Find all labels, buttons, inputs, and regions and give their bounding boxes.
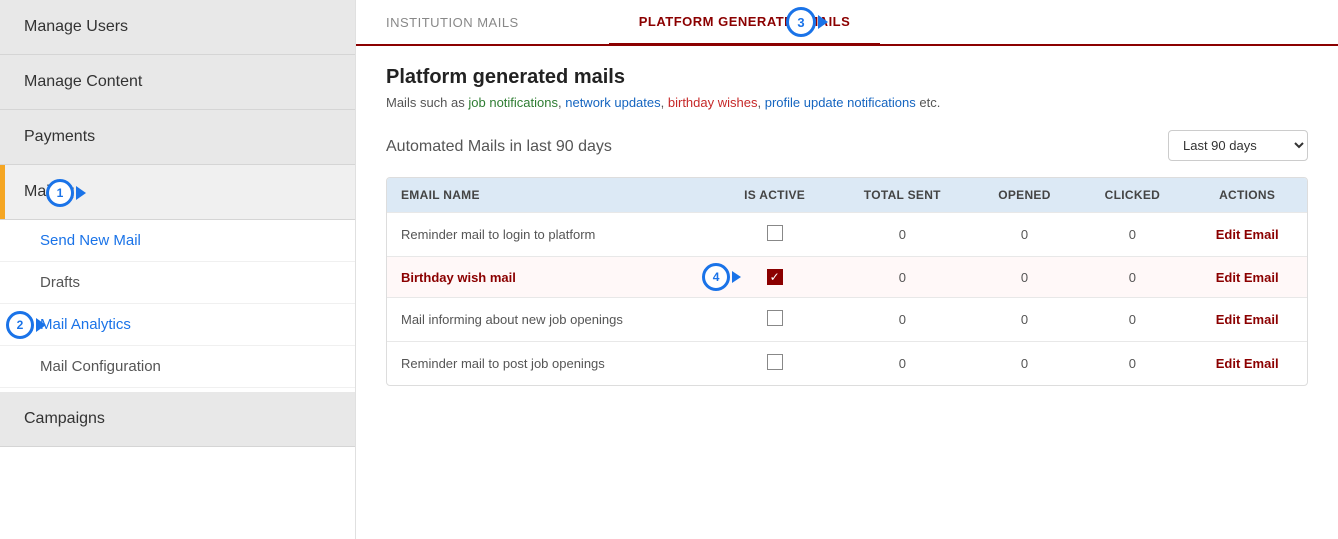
sidebar-sub-drafts[interactable]: Drafts bbox=[0, 262, 355, 304]
cell-email-name: Mail informing about new job openings bbox=[387, 298, 716, 342]
automated-subtitle: in last 90 days bbox=[505, 138, 612, 155]
checkbox-unchecked[interactable] bbox=[767, 354, 783, 370]
col-opened: OPENED bbox=[971, 178, 1077, 213]
step-3-wrap: 3 bbox=[786, 7, 828, 37]
cell-is-active bbox=[716, 213, 833, 257]
table-row: Reminder mail to login to platform 0 0 0… bbox=[387, 213, 1307, 257]
automated-mails-table: EMAIL NAME IS ACTIVE TOTAL SENT OPENED C… bbox=[386, 177, 1308, 386]
sidebar-item-label: Manage Users bbox=[24, 18, 128, 35]
step-2-arrow bbox=[36, 318, 46, 332]
cell-opened: 0 bbox=[971, 298, 1077, 342]
desc-network: network updates bbox=[565, 95, 660, 110]
edit-email-button[interactable]: Edit Email bbox=[1216, 356, 1279, 371]
sidebar-item-label: Campaigns bbox=[24, 410, 105, 427]
sidebar-item-campaigns[interactable]: Campaigns bbox=[0, 392, 355, 447]
sidebar-sub-mail-analytics[interactable]: Mail Analytics bbox=[0, 304, 355, 346]
sidebar-item-label: Manage Content bbox=[24, 73, 142, 90]
cell-clicked: 0 bbox=[1077, 257, 1187, 298]
cell-action: Edit Email 5 bbox=[1187, 257, 1307, 298]
section-desc: Mails such as job notifications, network… bbox=[386, 95, 1308, 110]
desc-job-notif: job notifications bbox=[468, 95, 558, 110]
cell-action: Edit Email bbox=[1187, 342, 1307, 386]
cell-email-name: Birthday wish mail bbox=[387, 257, 716, 298]
table-row: Mail informing about new job openings 0 … bbox=[387, 298, 1307, 342]
sidebar-sub-send-new-mail[interactable]: Send New Mail bbox=[0, 220, 355, 262]
section-title: Platform generated mails bbox=[386, 66, 1308, 89]
sidebar: Manage Users Manage Content Payments 1 M… bbox=[0, 0, 356, 539]
cell-clicked: 0 bbox=[1077, 342, 1187, 386]
col-actions: ACTIONS bbox=[1187, 178, 1307, 213]
cell-email-name: Reminder mail to post job openings bbox=[387, 342, 716, 386]
step-4-badge: 4 bbox=[702, 263, 730, 291]
cell-clicked: 0 bbox=[1077, 213, 1187, 257]
step-3-arrow bbox=[818, 15, 828, 29]
step-2-badge: 2 bbox=[6, 311, 34, 339]
cell-email-name: Reminder mail to login to platform bbox=[387, 213, 716, 257]
checkbox-unchecked[interactable] bbox=[767, 225, 783, 241]
days-filter-dropdown[interactable]: Last 90 days Last 30 days Last 7 days bbox=[1168, 130, 1308, 161]
cell-total-sent: 0 bbox=[833, 213, 971, 257]
cell-is-active bbox=[716, 342, 833, 386]
checkbox-unchecked[interactable] bbox=[767, 310, 783, 326]
desc-birthday: birthday wishes bbox=[668, 95, 758, 110]
step-3-badge: 3 bbox=[786, 7, 816, 37]
content-area: Platform generated mails Mails such as j… bbox=[356, 46, 1338, 406]
sidebar-item-manage-content[interactable]: Manage Content bbox=[0, 55, 355, 110]
col-clicked: CLICKED bbox=[1077, 178, 1187, 213]
cell-action: Edit Email bbox=[1187, 213, 1307, 257]
cell-total-sent: 0 bbox=[833, 342, 971, 386]
col-is-active: IS ACTIVE bbox=[716, 178, 833, 213]
cell-opened: 0 bbox=[971, 257, 1077, 298]
sidebar-item-manage-users[interactable]: Manage Users bbox=[0, 0, 355, 55]
tab-institution-mails[interactable]: Institution Mails bbox=[356, 1, 549, 44]
step-1-badge: 1 bbox=[46, 179, 74, 207]
cell-total-sent: 0 bbox=[833, 298, 971, 342]
col-email-name: EMAIL NAME bbox=[387, 178, 716, 213]
desc-profile: profile update notifications bbox=[765, 95, 916, 110]
tabs-bar: Institution Mails 3 Platform Generated M… bbox=[356, 0, 1338, 46]
cell-opened: 0 bbox=[971, 213, 1077, 257]
step-4-arrow bbox=[732, 271, 741, 283]
sidebar-item-payments[interactable]: Payments bbox=[0, 110, 355, 165]
table-header-row: EMAIL NAME IS ACTIVE TOTAL SENT OPENED C… bbox=[387, 178, 1307, 213]
tab-platform-generated-mails[interactable]: Platform Generated Mails bbox=[609, 0, 881, 46]
sidebar-sub-mail-config[interactable]: Mail Configuration bbox=[0, 346, 355, 388]
step-1-arrow bbox=[76, 186, 86, 200]
cell-total-sent: 0 bbox=[833, 257, 971, 298]
edit-email-button[interactable]: Edit Email bbox=[1216, 312, 1279, 327]
cell-action: Edit Email bbox=[1187, 298, 1307, 342]
cell-is-active: 4 ✓ bbox=[716, 257, 833, 298]
step-4-wrap: 4 bbox=[702, 263, 741, 291]
table-row: Birthday wish mail 4 ✓ 0 bbox=[387, 257, 1307, 298]
sidebar-item-mailing-wrapper: 1 Mailing bbox=[0, 165, 355, 220]
cell-clicked: 0 bbox=[1077, 298, 1187, 342]
cell-is-active bbox=[716, 298, 833, 342]
edit-email-button[interactable]: Edit Email bbox=[1216, 270, 1279, 285]
table-row: Reminder mail to post job openings 0 0 0… bbox=[387, 342, 1307, 386]
edit-email-button[interactable]: Edit Email bbox=[1216, 227, 1279, 242]
automated-mails-header: Automated Mails in last 90 days Last 90 … bbox=[386, 130, 1308, 161]
col-total-sent: TOTAL SENT bbox=[833, 178, 971, 213]
sidebar-item-analytics-wrapper: 2 Mail Analytics bbox=[0, 304, 355, 346]
checkbox-checked[interactable]: ✓ bbox=[767, 269, 783, 285]
cell-opened: 0 bbox=[971, 342, 1077, 386]
main-content: Institution Mails 3 Platform Generated M… bbox=[356, 0, 1338, 539]
sidebar-item-label: Payments bbox=[24, 128, 95, 145]
automated-title: Automated Mails in last 90 days bbox=[386, 135, 612, 156]
